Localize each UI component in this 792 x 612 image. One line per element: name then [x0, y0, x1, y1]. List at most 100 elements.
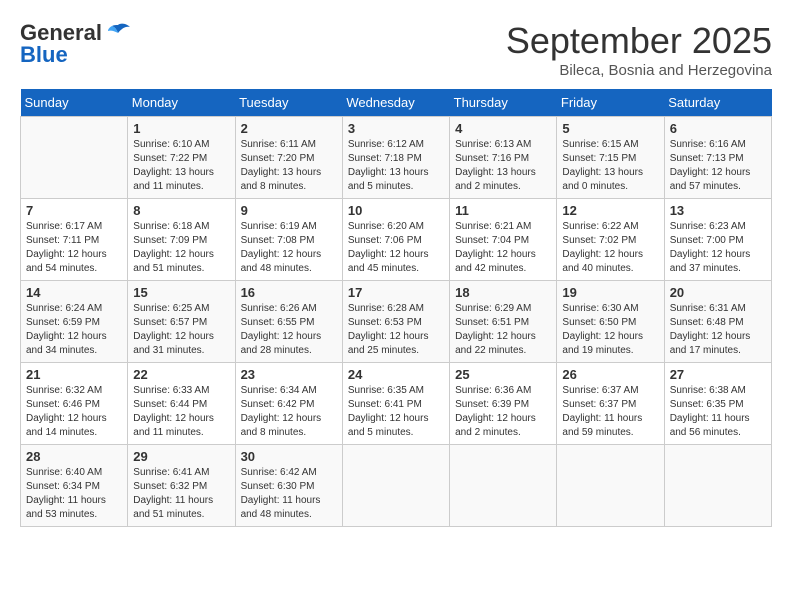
day-number: 24 [348, 367, 444, 382]
calendar-cell: 28 Sunrise: 6:40 AM Sunset: 6:34 PM Dayli… [21, 445, 128, 527]
weekday-header-saturday: Saturday [664, 89, 771, 117]
month-title: September 2025 [506, 20, 772, 62]
calendar-cell: 25Sunrise: 6:36 AM Sunset: 6:39 PM Dayli… [450, 363, 557, 445]
day-number: 7 [26, 203, 122, 218]
calendar-cell: 23Sunrise: 6:34 AM Sunset: 6:42 PM Dayli… [235, 363, 342, 445]
calendar-cell: 15 Sunrise: 6:25 AM Sunset: 6:57 PM Dayli… [128, 281, 235, 363]
calendar-cell: 10 Sunrise: 6:20 AM Sunset: 7:06 PM Dayli… [342, 199, 449, 281]
day-info: Sunrise: 6:20 AM Sunset: 7:06 PM Dayligh… [348, 220, 444, 276]
day-info: Sunrise: 6:23 AM Sunset: 7:00 PM Dayligh… [670, 220, 766, 276]
day-number: 19 [562, 285, 658, 300]
calendar-cell: 29 Sunrise: 6:41 AM Sunset: 6:32 PM Dayli… [128, 445, 235, 527]
calendar-table: SundayMondayTuesdayWednesdayThursdayFrid… [20, 89, 772, 527]
calendar-cell: 11 Sunrise: 6:21 AM Sunset: 7:04 PM Dayli… [450, 199, 557, 281]
day-number: 21 [26, 367, 122, 382]
weekday-header-wednesday: Wednesday [342, 89, 449, 117]
day-info: Sunrise: 6:30 AM Sunset: 6:50 PM Dayligh… [562, 302, 658, 358]
day-info: Sunrise: 6:35 AM Sunset: 6:41 PM Dayligh… [348, 384, 444, 440]
day-number: 8 [133, 203, 229, 218]
day-info: Sunrise: 6:24 AM Sunset: 6:59 PM Dayligh… [26, 302, 122, 358]
day-info: Sunrise: 6:33 AM Sunset: 6:44 PM Dayligh… [133, 384, 229, 440]
weekday-header-row: SundayMondayTuesdayWednesdayThursdayFrid… [21, 89, 772, 117]
calendar-cell [557, 445, 664, 527]
day-number: 27 [670, 367, 766, 382]
day-number: 28 [26, 449, 122, 464]
day-info: Sunrise: 6:37 AM Sunset: 6:37 PM Dayligh… [562, 384, 658, 440]
day-info: Sunrise: 6:29 AM Sunset: 6:51 PM Dayligh… [455, 302, 551, 358]
day-info: Sunrise: 6:31 AM Sunset: 6:48 PM Dayligh… [670, 302, 766, 358]
day-info: Sunrise: 6:10 AM Sunset: 7:22 PM Dayligh… [133, 138, 229, 194]
location-subtitle: Bileca, Bosnia and Herzegovina [506, 62, 772, 79]
day-number: 5 [562, 121, 658, 136]
title-section: September 2025 Bileca, Bosnia and Herzeg… [506, 20, 772, 79]
calendar-cell: 22 Sunrise: 6:33 AM Sunset: 6:44 PM Dayli… [128, 363, 235, 445]
day-info: Sunrise: 6:13 AM Sunset: 7:16 PM Dayligh… [455, 138, 551, 194]
calendar-week-row: 28 Sunrise: 6:40 AM Sunset: 6:34 PM Dayli… [21, 445, 772, 527]
logo: General Blue [20, 20, 132, 68]
day-info: Sunrise: 6:42 AM Sunset: 6:30 PM Dayligh… [241, 466, 337, 522]
day-info: Sunrise: 6:19 AM Sunset: 7:08 PM Dayligh… [241, 220, 337, 276]
calendar-cell: 3 Sunrise: 6:12 AM Sunset: 7:18 PM Daylig… [342, 117, 449, 199]
day-number: 11 [455, 203, 551, 218]
calendar-cell: 5 Sunrise: 6:15 AM Sunset: 7:15 PM Daylig… [557, 117, 664, 199]
calendar-week-row: 21 Sunrise: 6:32 AM Sunset: 6:46 PM Dayli… [21, 363, 772, 445]
calendar-cell: 4 Sunrise: 6:13 AM Sunset: 7:16 PM Daylig… [450, 117, 557, 199]
weekday-header-sunday: Sunday [21, 89, 128, 117]
day-number: 14 [26, 285, 122, 300]
day-info: Sunrise: 6:28 AM Sunset: 6:53 PM Dayligh… [348, 302, 444, 358]
weekday-header-thursday: Thursday [450, 89, 557, 117]
calendar-cell: 18 Sunrise: 6:29 AM Sunset: 6:51 PM Dayli… [450, 281, 557, 363]
day-info: Sunrise: 6:16 AM Sunset: 7:13 PM Dayligh… [670, 138, 766, 194]
calendar-cell: 13 Sunrise: 6:23 AM Sunset: 7:00 PM Dayli… [664, 199, 771, 281]
day-number: 29 [133, 449, 229, 464]
day-info: Sunrise: 6:40 AM Sunset: 6:34 PM Dayligh… [26, 466, 122, 522]
calendar-cell: 30 Sunrise: 6:42 AM Sunset: 6:30 PM Dayli… [235, 445, 342, 527]
day-info: Sunrise: 6:12 AM Sunset: 7:18 PM Dayligh… [348, 138, 444, 194]
day-number: 6 [670, 121, 766, 136]
day-number: 4 [455, 121, 551, 136]
calendar-week-row: 1 Sunrise: 6:10 AM Sunset: 7:22 PM Daylig… [21, 117, 772, 199]
logo-blue: Blue [20, 42, 68, 68]
day-number: 18 [455, 285, 551, 300]
calendar-cell: 6 Sunrise: 6:16 AM Sunset: 7:13 PM Daylig… [664, 117, 771, 199]
day-number: 30 [241, 449, 337, 464]
day-info: Sunrise: 6:25 AM Sunset: 6:57 PM Dayligh… [133, 302, 229, 358]
day-number: 10 [348, 203, 444, 218]
calendar-week-row: 14 Sunrise: 6:24 AM Sunset: 6:59 PM Dayli… [21, 281, 772, 363]
calendar-cell: 1 Sunrise: 6:10 AM Sunset: 7:22 PM Daylig… [128, 117, 235, 199]
calendar-cell: 26Sunrise: 6:37 AM Sunset: 6:37 PM Dayli… [557, 363, 664, 445]
day-info: Sunrise: 6:18 AM Sunset: 7:09 PM Dayligh… [133, 220, 229, 276]
weekday-header-monday: Monday [128, 89, 235, 117]
day-number: 13 [670, 203, 766, 218]
day-number: 22 [133, 367, 229, 382]
day-info: Sunrise: 6:41 AM Sunset: 6:32 PM Dayligh… [133, 466, 229, 522]
calendar-cell: 7 Sunrise: 6:17 AM Sunset: 7:11 PM Daylig… [21, 199, 128, 281]
calendar-cell: 12Sunrise: 6:22 AM Sunset: 7:02 PM Dayli… [557, 199, 664, 281]
calendar-cell: 8 Sunrise: 6:18 AM Sunset: 7:09 PM Daylig… [128, 199, 235, 281]
calendar-cell [450, 445, 557, 527]
weekday-header-friday: Friday [557, 89, 664, 117]
weekday-header-tuesday: Tuesday [235, 89, 342, 117]
day-number: 3 [348, 121, 444, 136]
day-number: 2 [241, 121, 337, 136]
calendar-cell [342, 445, 449, 527]
calendar-cell: 16 Sunrise: 6:26 AM Sunset: 6:55 PM Dayli… [235, 281, 342, 363]
calendar-cell [664, 445, 771, 527]
day-number: 16 [241, 285, 337, 300]
day-info: Sunrise: 6:38 AM Sunset: 6:35 PM Dayligh… [670, 384, 766, 440]
day-number: 20 [670, 285, 766, 300]
calendar-week-row: 7 Sunrise: 6:17 AM Sunset: 7:11 PM Daylig… [21, 199, 772, 281]
calendar-cell: 21 Sunrise: 6:32 AM Sunset: 6:46 PM Dayli… [21, 363, 128, 445]
day-info: Sunrise: 6:34 AM Sunset: 6:42 PM Dayligh… [241, 384, 337, 440]
day-info: Sunrise: 6:21 AM Sunset: 7:04 PM Dayligh… [455, 220, 551, 276]
day-info: Sunrise: 6:26 AM Sunset: 6:55 PM Dayligh… [241, 302, 337, 358]
day-info: Sunrise: 6:15 AM Sunset: 7:15 PM Dayligh… [562, 138, 658, 194]
day-number: 12 [562, 203, 658, 218]
day-number: 15 [133, 285, 229, 300]
day-number: 9 [241, 203, 337, 218]
calendar-cell: 19 Sunrise: 6:30 AM Sunset: 6:50 PM Dayli… [557, 281, 664, 363]
day-info: Sunrise: 6:32 AM Sunset: 6:46 PM Dayligh… [26, 384, 122, 440]
day-number: 1 [133, 121, 229, 136]
calendar-cell: 17Sunrise: 6:28 AM Sunset: 6:53 PM Dayli… [342, 281, 449, 363]
day-info: Sunrise: 6:17 AM Sunset: 7:11 PM Dayligh… [26, 220, 122, 276]
